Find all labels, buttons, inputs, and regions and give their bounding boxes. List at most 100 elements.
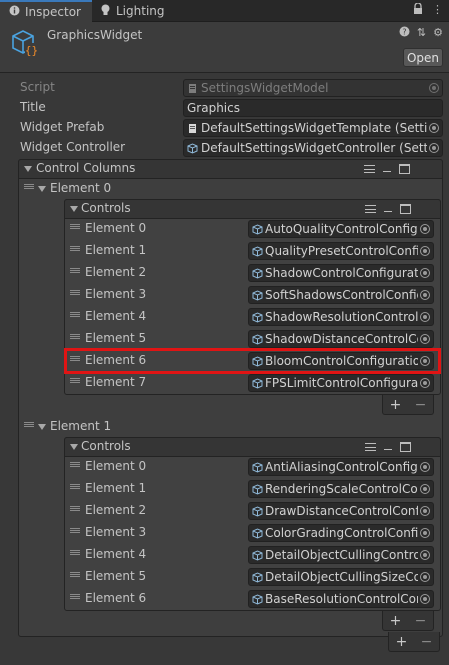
help-icon[interactable]: ? — [399, 26, 410, 40]
presets-icon[interactable]: ⇅ — [417, 26, 426, 40]
control-config-field[interactable]: DetailObjectCullingControl — [248, 546, 434, 564]
object-picker-icon[interactable] — [420, 312, 430, 322]
list-footer: + − — [388, 632, 440, 652]
control-config-value: ShadowResolutionControlC — [265, 310, 418, 324]
control-config-value: AntiAliasingControlConfigu — [265, 460, 418, 474]
drag-handle-icon[interactable] — [24, 422, 34, 427]
object-picker-icon[interactable] — [420, 506, 430, 516]
svg-text:?: ? — [402, 28, 406, 37]
control-element-label: Element 4 — [85, 547, 147, 561]
object-picker-icon[interactable] — [420, 528, 430, 538]
remove-element-button[interactable]: − — [421, 634, 433, 650]
drag-handle-icon[interactable] — [70, 268, 80, 273]
tab-label: Lighting — [116, 4, 165, 18]
collapse-icon[interactable] — [384, 448, 392, 450]
widget-controller-field[interactable]: DefaultSettingsWidgetController (Setting — [183, 139, 443, 157]
more-menu-icon[interactable]: ⋮ — [432, 3, 443, 18]
drag-handle-icon[interactable] — [70, 594, 80, 599]
object-picker-icon[interactable] — [420, 224, 430, 234]
list-footer: + − — [382, 611, 434, 631]
foldout-arrow-icon[interactable] — [24, 166, 32, 172]
drag-handle-icon[interactable] — [24, 184, 34, 189]
window-icon[interactable] — [400, 204, 411, 214]
drag-handle-icon[interactable] — [70, 462, 80, 467]
control-config-field[interactable]: QualityPresetControlConfig — [248, 242, 434, 260]
info-icon — [9, 5, 20, 19]
add-element-button[interactable]: + — [390, 397, 402, 413]
object-picker-icon[interactable] — [420, 484, 430, 494]
control-element-label: Element 5 — [85, 331, 147, 345]
tab-inspector[interactable]: Inspector — [0, 0, 92, 22]
control-config-field[interactable]: RenderingScaleControlCon — [248, 480, 434, 498]
drag-handle-icon[interactable] — [70, 312, 80, 317]
object-picker-icon[interactable] — [429, 143, 439, 153]
window-icon[interactable] — [400, 442, 411, 452]
drag-handle-icon[interactable] — [70, 484, 80, 489]
controls-label: Controls — [81, 201, 131, 215]
drag-handle-icon[interactable] — [70, 290, 80, 295]
scriptable-object-icon — [189, 123, 196, 133]
control-config-field[interactable]: AutoQualityControlConfigu — [248, 220, 434, 238]
widget-prefab-value: DefaultSettingsWidgetTemplate (Setting — [201, 121, 427, 135]
window-icon[interactable] — [399, 164, 410, 174]
title-input[interactable]: Graphics — [183, 99, 443, 117]
drag-handle-icon[interactable] — [70, 506, 80, 511]
open-button[interactable]: Open — [403, 48, 443, 67]
control-config-field[interactable]: DetailObjectCullingSizeCor — [248, 568, 434, 586]
control-config-field[interactable]: ShadowDistanceControlCo — [248, 330, 434, 348]
control-element-label: Element 7 — [85, 375, 147, 389]
control-config-value: BaseResolutionControlCon — [265, 592, 418, 606]
add-element-button[interactable]: + — [396, 634, 408, 650]
foldout-arrow-icon[interactable] — [70, 444, 78, 450]
title-value: Graphics — [187, 101, 240, 115]
control-config-field[interactable]: DrawDistanceControlConfi — [248, 502, 434, 520]
object-picker-icon[interactable] — [420, 334, 430, 344]
control-config-field[interactable]: ColorGradingControlConfig — [248, 524, 434, 542]
foldout-arrow-icon[interactable] — [38, 424, 46, 430]
script-field: SettingsWidgetModel — [183, 79, 443, 97]
control-config-field[interactable]: FPSLimitControlConfigurati — [248, 374, 434, 392]
drag-handle-icon[interactable] — [70, 334, 80, 339]
foldout-arrow-icon[interactable] — [38, 186, 46, 192]
object-picker-icon[interactable] — [420, 290, 430, 300]
control-config-field[interactable]: ShadowResolutionControlC — [248, 308, 434, 326]
control-config-field[interactable]: ShadowControlConfiguratio — [248, 264, 434, 282]
collapse-icon[interactable] — [383, 170, 391, 172]
object-picker-icon[interactable] — [420, 246, 430, 256]
drag-handle-icon[interactable] — [70, 528, 80, 533]
foldout-arrow-icon[interactable] — [70, 206, 78, 212]
control-element-label: Element 0 — [85, 221, 147, 235]
object-picker-icon[interactable] — [420, 268, 430, 278]
drag-handle-icon[interactable] — [70, 550, 80, 555]
drag-handle-icon[interactable] — [70, 246, 80, 251]
list-menu-icon[interactable] — [364, 165, 375, 173]
scriptable-object-icon — [252, 571, 263, 583]
object-picker-icon[interactable] — [420, 462, 430, 472]
settings-gear-icon[interactable]: ⚙ — [433, 26, 443, 40]
column-element-label: Element 1 — [50, 419, 112, 433]
widget-prefab-field[interactable]: DefaultSettingsWidgetTemplate (Setting — [183, 119, 443, 137]
control-config-field[interactable]: AntiAliasingControlConfigu — [248, 458, 434, 476]
add-element-button[interactable]: + — [390, 613, 402, 629]
object-picker-icon[interactable] — [420, 378, 430, 388]
remove-element-button[interactable]: − — [415, 613, 427, 629]
title-label: Title — [20, 100, 46, 114]
drag-handle-icon[interactable] — [70, 378, 80, 383]
scriptable-object-icon — [252, 483, 263, 495]
drag-handle-icon[interactable] — [70, 572, 80, 577]
tab-lighting[interactable]: Lighting — [100, 0, 165, 22]
object-picker-icon[interactable] — [429, 123, 439, 133]
list-menu-icon[interactable] — [365, 443, 376, 451]
object-picker-icon[interactable] — [420, 594, 430, 604]
control-config-field[interactable]: SoftShadowsControlConfig — [248, 286, 434, 304]
scriptable-object-icon — [252, 311, 263, 323]
drag-handle-icon[interactable] — [70, 224, 80, 229]
control-config-field[interactable]: BaseResolutionControlCon — [248, 590, 434, 608]
control-config-value: RenderingScaleControlCon — [265, 482, 418, 496]
collapse-icon[interactable] — [384, 210, 392, 212]
object-picker-icon[interactable] — [420, 550, 430, 560]
list-menu-icon[interactable] — [365, 205, 376, 213]
remove-element-button[interactable]: − — [415, 397, 427, 413]
object-picker-icon[interactable] — [420, 572, 430, 582]
lock-icon[interactable] — [413, 2, 423, 18]
